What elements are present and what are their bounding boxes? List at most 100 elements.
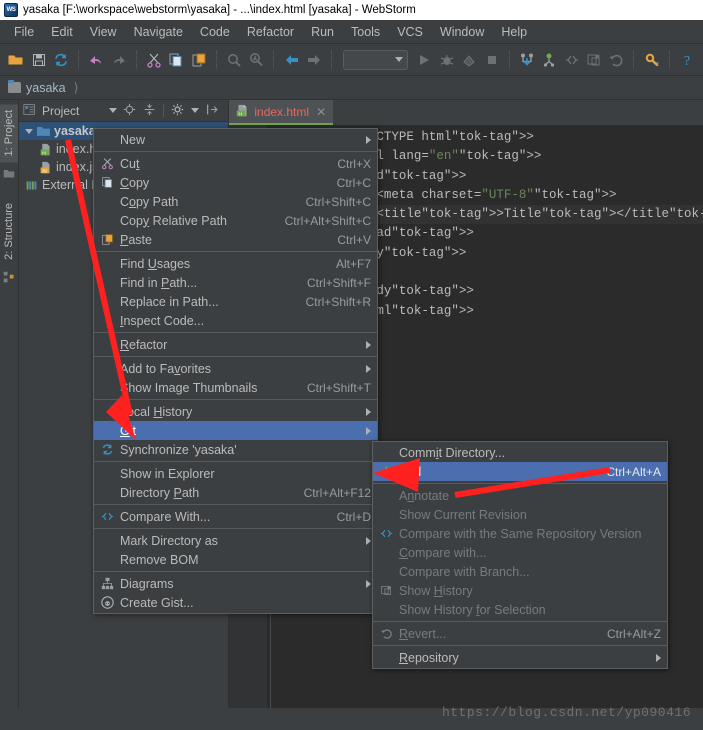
menu-item-directory-path[interactable]: Directory Path Ctrl+Alt+F12: [94, 483, 377, 502]
forward-icon[interactable]: [304, 49, 324, 71]
collapse-all-icon[interactable]: [143, 103, 156, 119]
redo-icon[interactable]: [108, 49, 128, 71]
replace-icon[interactable]: [246, 49, 266, 71]
copy-icon[interactable]: [166, 49, 186, 71]
github-icon: [98, 596, 116, 609]
stop-icon[interactable]: [481, 49, 501, 71]
undo-icon[interactable]: [86, 49, 106, 71]
menu-item-diagrams[interactable]: Diagrams: [94, 574, 377, 593]
menu-item-mark-directory-as[interactable]: Mark Directory as: [94, 531, 377, 550]
coverage-icon[interactable]: [459, 49, 479, 71]
show-history-icon: [377, 584, 395, 597]
chevron-down-icon[interactable]: [191, 108, 200, 113]
menu-item-shortcut: Ctrl+Shift+F: [306, 275, 371, 290]
menu-item-local-history[interactable]: Local History: [94, 402, 377, 421]
menu-item-repository[interactable]: Repository: [373, 648, 667, 667]
menu-item-cut[interactable]: Cut Ctrl+X: [94, 154, 377, 173]
commit-icon[interactable]: [539, 49, 559, 71]
menu-item-refactor[interactable]: Refactor: [94, 335, 377, 354]
back-icon[interactable]: [281, 49, 301, 71]
locate-icon[interactable]: [123, 103, 136, 119]
menu-item-show-in-explorer[interactable]: Show in Explorer: [94, 464, 377, 483]
menu-item-annotate[interactable]: Annotate: [373, 486, 667, 505]
menu-item-new[interactable]: New: [94, 130, 377, 149]
chevron-down-icon[interactable]: [109, 108, 118, 113]
git-submenu[interactable]: Commit Directory... Add Ctrl+Alt+A Annotate…: [372, 441, 668, 669]
help-icon[interactable]: ?: [677, 49, 697, 71]
project-files-icon[interactable]: [3, 167, 15, 182]
project-panel-header: Project: [19, 100, 229, 122]
webstorm-icon: WS: [4, 3, 18, 17]
menu-item-git[interactable]: Git: [94, 421, 377, 440]
menu-item-find-usages[interactable]: Find Usages Alt+F7: [94, 254, 377, 273]
paste-icon[interactable]: [188, 49, 208, 71]
menu-item-show-current-revision[interactable]: Show Current Revision: [373, 505, 667, 524]
context-menu[interactable]: New Cut Ctrl+X Copy Ctrl+C Copy Path Ctrl+Shif…: [93, 128, 378, 614]
settings-icon[interactable]: [641, 49, 661, 71]
project-view-icon: [23, 103, 36, 119]
menubar-item-code[interactable]: Code: [192, 22, 238, 42]
menubar-item-window[interactable]: Window: [432, 22, 492, 42]
menubar-item-navigate[interactable]: Navigate: [126, 22, 191, 42]
submenu-arrow-icon: [366, 536, 371, 545]
menu-item-find-in-path[interactable]: Find in Path... Ctrl+Shift+F: [94, 273, 377, 292]
menu-item-label: Find in Path...: [120, 275, 198, 290]
project-panel-title: Project: [42, 103, 80, 118]
find-icon[interactable]: [224, 49, 244, 71]
menu-item-compare-with[interactable]: Compare with...: [373, 543, 667, 562]
svg-text:?: ?: [684, 54, 690, 68]
menu-item-revert[interactable]: Revert... Ctrl+Alt+Z: [373, 624, 667, 643]
menubar-item-vcs[interactable]: VCS: [389, 22, 431, 42]
rollback-icon[interactable]: [606, 49, 626, 71]
menu-item-show-history-for-selection[interactable]: Show History for Selection: [373, 600, 667, 619]
menu-divider: [94, 528, 377, 529]
sidebar-item-structure[interactable]: 2: Structure: [0, 197, 18, 266]
chevron-down-icon[interactable]: [25, 128, 33, 134]
menu-item-commit-directory[interactable]: Commit Directory...: [373, 443, 667, 462]
menubar-item-help[interactable]: Help: [493, 22, 535, 42]
run-configuration-select[interactable]: [343, 49, 409, 70]
close-icon[interactable]: ✕: [314, 105, 326, 119]
menu-item-copy-relative-path[interactable]: Copy Relative Path Ctrl+Alt+Shift+C: [94, 211, 377, 230]
menubar-item-tools[interactable]: Tools: [343, 22, 388, 42]
menu-item-create-gist[interactable]: Create Gist...: [94, 593, 377, 612]
update-project-icon[interactable]: [517, 49, 537, 71]
cut-icon[interactable]: [144, 49, 164, 71]
menu-item-paste[interactable]: Paste Ctrl+V: [94, 230, 377, 249]
menu-item-show-image-thumbnails[interactable]: Show Image Thumbnails Ctrl+Shift+T: [94, 378, 377, 397]
menu-item-add-to-favorites[interactable]: Add to Favorites: [94, 359, 377, 378]
show-history-icon[interactable]: [584, 49, 604, 71]
compare-icon[interactable]: [561, 49, 581, 71]
breadcrumb-item-yasaka[interactable]: yasaka: [26, 81, 66, 95]
structure-icon[interactable]: [3, 271, 15, 286]
menubar-item-refactor[interactable]: Refactor: [239, 22, 302, 42]
tab-index-html[interactable]: H index.html ✕: [229, 100, 334, 125]
debug-icon[interactable]: [437, 49, 457, 71]
menu-item-show-history[interactable]: Show History: [373, 581, 667, 600]
sidebar-item-project[interactable]: 1: Project: [0, 104, 18, 163]
menu-item-copy[interactable]: Copy Ctrl+C: [94, 173, 377, 192]
menubar-item-run[interactable]: Run: [303, 22, 342, 42]
menu-item-replace-in-path[interactable]: Replace in Path... Ctrl+Shift+R: [94, 292, 377, 311]
menu-item-compare-with[interactable]: Compare With... Ctrl+D: [94, 507, 377, 526]
copy-icon: [98, 176, 116, 189]
main-toolbar: ?: [0, 44, 703, 76]
menubar-item-edit[interactable]: Edit: [43, 22, 81, 42]
menu-item-remove-bom[interactable]: Remove BOM: [94, 550, 377, 569]
run-icon[interactable]: [414, 49, 434, 71]
menu-item-label: Compare with Branch...: [399, 564, 530, 579]
toolbar-separator: [668, 50, 670, 69]
menu-item-copy-path[interactable]: Copy Path Ctrl+Shift+C: [94, 192, 377, 211]
menu-item-synchronize-yasaka[interactable]: Synchronize 'yasaka': [94, 440, 377, 459]
hide-icon[interactable]: [206, 103, 219, 119]
open-folder-icon[interactable]: [6, 49, 26, 71]
menubar-item-file[interactable]: File: [6, 22, 42, 42]
menubar-item-view[interactable]: View: [82, 22, 125, 42]
synchronize-icon[interactable]: [51, 49, 71, 71]
menu-item-compare-with-the-same-repository-version[interactable]: Compare with the Same Repository Version: [373, 524, 667, 543]
save-all-icon[interactable]: [28, 49, 48, 71]
menu-item-inspect-code[interactable]: Inspect Code...: [94, 311, 377, 330]
menu-item-add[interactable]: Add Ctrl+Alt+A: [373, 462, 667, 481]
settings-gear-icon[interactable]: [171, 103, 184, 119]
menu-item-compare-with-branch[interactable]: Compare with Branch...: [373, 562, 667, 581]
